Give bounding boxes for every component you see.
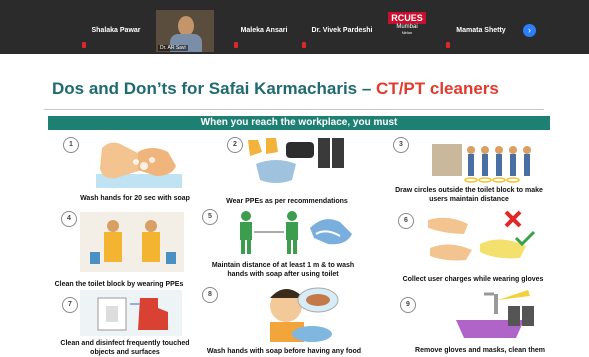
step-caption-7: Clean and disinfect frequently touched o… bbox=[60, 340, 190, 356]
step-number-1: 1 bbox=[63, 137, 79, 153]
distance-illustration bbox=[240, 211, 352, 254]
step-caption-9: Remove gloves and masks, clean them bbox=[415, 347, 545, 354]
step-number-7: 7 bbox=[62, 297, 78, 313]
step-caption-4: Clean the toilet block by wearing PPEs bbox=[54, 281, 184, 288]
participant-name: Mamata Shetty bbox=[456, 26, 506, 34]
participant-name: Shalaka Pawar bbox=[91, 26, 141, 34]
chevron-right-icon: › bbox=[528, 25, 531, 35]
step-number-6: 6 bbox=[398, 213, 414, 229]
step-caption-8: Wash hands with soap before having any f… bbox=[206, 348, 362, 355]
step-caption-1: Wash hands for 20 sec with soap bbox=[80, 195, 190, 202]
mic-muted-icon bbox=[446, 42, 450, 48]
eating-illustration bbox=[270, 287, 339, 342]
logo-brand: RCUES bbox=[388, 12, 426, 24]
step-caption-3: Draw circles outside the toilet block to… bbox=[395, 187, 543, 203]
participant-face bbox=[178, 16, 194, 36]
logo-sub: Nirlon bbox=[401, 30, 413, 35]
mic-muted-icon bbox=[82, 42, 86, 48]
slide-title: Dos and Don’ts for Safai Karmacharis – C… bbox=[52, 79, 499, 99]
title-divider bbox=[44, 109, 544, 110]
participant-tile-1[interactable]: Shalaka Pawar bbox=[80, 10, 152, 50]
slide-title-main: Dos and Don’ts for Safai Karmacharis – bbox=[52, 79, 377, 98]
slide-title-highlight: CT/PT cleaners bbox=[376, 79, 499, 98]
queue-illustration bbox=[432, 144, 531, 183]
step-number-2: 2 bbox=[227, 137, 243, 153]
step-number-8: 8 bbox=[202, 287, 218, 303]
participant-tile-3[interactable]: Maleka Ansari bbox=[232, 10, 296, 50]
step-number-9: 9 bbox=[400, 297, 416, 313]
cleaners-illustration bbox=[80, 212, 184, 272]
sink-boots-illustration bbox=[456, 290, 534, 338]
step-number-3: 3 bbox=[393, 137, 409, 153]
section-banner: When you reach the workplace, you must bbox=[48, 116, 550, 130]
mic-muted-icon bbox=[234, 42, 238, 48]
participant-name: Maleka Ansari bbox=[240, 26, 288, 34]
participant-tile-4[interactable]: Dr. Vivek Pardeshi bbox=[300, 10, 384, 50]
participant-name: Dr. AR Savi bbox=[158, 45, 188, 51]
gloves-payment-illustration bbox=[428, 210, 536, 261]
organization-logo: RCUES Mumbai Nirlon bbox=[388, 12, 426, 48]
step-caption-2: Wear PPEs as per recommendations bbox=[226, 198, 348, 205]
participant-tile-5[interactable]: Mamata Shetty bbox=[444, 10, 518, 50]
step-caption-6: Collect user charges while wearing glove… bbox=[402, 276, 544, 283]
next-participants-button[interactable]: › bbox=[523, 24, 536, 37]
disinfect-illustration bbox=[80, 290, 182, 336]
participant-video-2[interactable]: Dr. AR Savi bbox=[156, 10, 214, 52]
step-number-4: 4 bbox=[61, 211, 77, 227]
handwash-illustration bbox=[96, 142, 182, 188]
step-number-5: 5 bbox=[202, 209, 218, 225]
step-caption-5: Maintain distance of at least 1 m & to w… bbox=[211, 262, 355, 278]
ppe-items-illustration bbox=[248, 138, 344, 183]
participant-name: Dr. Vivek Pardeshi bbox=[311, 26, 373, 34]
mic-muted-icon bbox=[302, 42, 306, 48]
